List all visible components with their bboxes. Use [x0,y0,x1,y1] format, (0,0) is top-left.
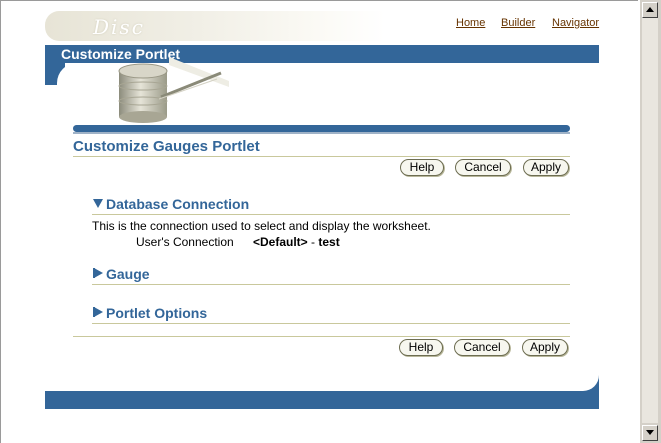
section-gauge-rule [92,284,570,285]
section-options-rule [92,323,570,324]
collapsed-triangle-icon[interactable] [92,305,106,321]
help-button-top[interactable]: Help [400,159,444,176]
connection-label: User's Connection [136,235,234,249]
content-top-rule [73,125,570,132]
browser-content: Disc Home Builder Navigator Customize Po… [0,0,638,443]
builder-link-wrap: Builder [501,17,535,29]
footer-curve-mask [45,375,599,391]
scroll-up-button[interactable] [642,2,658,18]
home-link-wrap: Home [456,17,485,29]
apply-button-bottom[interactable]: Apply [522,339,568,356]
content-top-rule-shadow [73,132,570,134]
page-heading: Customize Gauges Portlet [73,138,260,155]
expanded-triangle-icon[interactable] [92,196,106,212]
section-options-header[interactable]: Portlet Options [92,305,207,321]
apply-button-top[interactable]: Apply [523,159,569,176]
discoverer-logo: Disc [93,15,145,39]
connection-separator: - [307,235,319,249]
scrollbar-track[interactable] [642,18,658,423]
database-graphic-icon [118,57,229,123]
connection-value-row: <Default> - test [253,235,340,249]
section-database-header[interactable]: Database Connection [92,196,249,212]
cancel-button-top[interactable]: Cancel [455,159,511,176]
builder-link[interactable]: Builder [501,17,535,29]
bottom-buttons-rule [73,336,570,337]
section-gauge-title: Gauge [106,266,150,282]
section-gauge-header[interactable]: Gauge [92,266,150,282]
heading-rule [73,156,570,157]
section-database-title: Database Connection [106,196,250,212]
connection-name: test [318,235,340,249]
arrow-up-icon [646,7,654,12]
header-logo-band: Disc [45,11,385,41]
cancel-button-bottom[interactable]: Cancel [454,339,510,356]
navigator-link-wrap: Navigator [552,17,599,29]
connection-description: This is the connection used to select an… [92,219,431,233]
footer-bar [45,391,599,409]
home-link[interactable]: Home [456,17,485,29]
navigator-link[interactable]: Navigator [552,17,599,29]
section-options-title: Portlet Options [106,305,208,321]
collapsed-triangle-icon[interactable] [92,266,106,282]
arrow-down-icon [646,430,654,435]
scroll-down-button[interactable] [642,425,658,441]
vertical-scrollbar[interactable] [639,0,661,443]
help-button-bottom[interactable]: Help [399,339,443,356]
section-database-rule [92,214,570,215]
connection-default-value: <Default> [253,235,308,249]
